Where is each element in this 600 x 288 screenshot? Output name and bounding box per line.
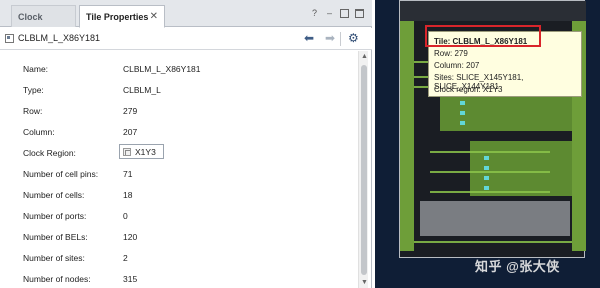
property-row-cells: Number of cells: 18 — [0, 186, 358, 206]
scroll-up-icon[interactable]: ▲ — [361, 53, 368, 60]
property-label: Clock Region: — [23, 148, 76, 158]
property-row-type: Type: CLBLM_L — [0, 81, 358, 101]
highlight-box — [425, 25, 541, 47]
maximize-icon[interactable] — [355, 9, 364, 18]
property-value: 315 — [123, 274, 138, 284]
property-row-nodes: Number of nodes: 315 — [0, 270, 358, 288]
tab-label: Tile Properties — [86, 12, 149, 22]
tooltip-column: Column: 207 — [434, 61, 480, 70]
tab-bar: Clock Regions Tile Properties✕ ? – — [0, 0, 372, 44]
property-label: Column: — [23, 127, 55, 137]
tile-properties-panel: Clock Regions Tile Properties✕ ? – CLBLM… — [0, 0, 372, 288]
canvas-region — [420, 201, 570, 236]
placed-cell[interactable] — [460, 111, 465, 115]
placed-cell[interactable] — [484, 156, 489, 160]
tab-tile-properties[interactable]: Tile Properties ✕ — [79, 5, 165, 28]
property-value: CLBLM_L_X86Y181 — [123, 64, 201, 74]
tab-clock-regions[interactable]: Clock Regions — [11, 5, 76, 44]
close-icon[interactable]: ✕ — [150, 6, 158, 28]
tooltip-clock-region: Clock region: X1Y3 — [434, 85, 503, 94]
property-value: 0 — [123, 211, 128, 221]
property-row-clock-region: Clock Region: X1Y3 — [0, 144, 358, 164]
property-value: 71 — [123, 169, 133, 179]
property-value: 2 — [123, 253, 128, 263]
arrow-right-icon[interactable]: ➡ — [325, 31, 335, 45]
vertical-scrollbar[interactable]: ▲ ▼ — [358, 51, 368, 288]
tile-icon — [5, 34, 14, 43]
property-row-sites: Number of sites: 2 — [0, 249, 358, 269]
arrow-left-icon[interactable]: ⬅ — [304, 31, 314, 45]
scroll-down-icon[interactable]: ▼ — [361, 279, 368, 286]
property-label: Number of cells: — [23, 190, 85, 200]
property-row-row: Row: 279 — [0, 102, 358, 122]
property-label: Number of BELs: — [23, 232, 88, 242]
property-row-column: Column: 207 — [0, 123, 358, 143]
property-label: Number of sites: — [23, 253, 85, 263]
property-value: 18 — [123, 190, 133, 200]
routing-line — [430, 171, 550, 173]
property-row-cell-pins: Number of cell pins: 71 — [0, 165, 358, 185]
property-label: Number of cell pins: — [23, 169, 99, 179]
tooltip-row: Row: 279 — [434, 49, 468, 58]
placed-cell[interactable] — [484, 186, 489, 190]
restore-icon[interactable] — [340, 9, 349, 18]
property-label: Type: — [23, 85, 44, 95]
placed-cell[interactable] — [484, 166, 489, 170]
object-title: CLBLM_L_X86Y181 — [18, 33, 101, 43]
minimize-button[interactable]: – — [325, 9, 334, 18]
property-label: Number of ports: — [23, 211, 87, 221]
property-row-bels: Number of BELs: 120 — [0, 228, 358, 248]
properties-content: Name: CLBLM_L_X86Y181 Type: CLBLM_L Row: 27… — [0, 51, 372, 288]
property-value: X1Y3 — [135, 147, 156, 157]
window-buttons: ? – — [310, 9, 364, 18]
property-label: Name: — [23, 64, 49, 74]
property-value: 207 — [123, 127, 138, 137]
routing-line — [414, 241, 572, 243]
clock-region-icon — [123, 148, 131, 156]
placed-cell[interactable] — [484, 176, 489, 180]
placed-cell[interactable] — [460, 121, 465, 125]
toolbar-divider — [340, 32, 341, 46]
routing-line — [430, 151, 550, 153]
properties-toolbar: CLBLM_L_X86Y181 ⬅ ➡ ⚙ — [0, 28, 372, 50]
clock-region-link[interactable]: X1Y3 — [119, 144, 164, 159]
scroll-thumb[interactable] — [361, 65, 367, 275]
placed-cell[interactable] — [460, 101, 465, 105]
property-value: CLBLM_L — [123, 85, 161, 95]
routing-band — [400, 21, 414, 251]
property-label: Row: — [23, 106, 43, 116]
watermark: 知乎 @张大侠 — [475, 259, 560, 274]
gear-icon[interactable]: ⚙ — [348, 31, 359, 45]
canvas-region — [400, 1, 586, 21]
help-button[interactable]: ? — [310, 9, 319, 18]
property-label: Number of nodes: — [23, 274, 91, 284]
routing-line — [430, 191, 550, 193]
property-row-ports: Number of ports: 0 — [0, 207, 358, 227]
property-value: 120 — [123, 232, 138, 242]
property-value: 279 — [123, 106, 138, 116]
property-row-name: Name: CLBLM_L_X86Y181 — [0, 60, 358, 80]
